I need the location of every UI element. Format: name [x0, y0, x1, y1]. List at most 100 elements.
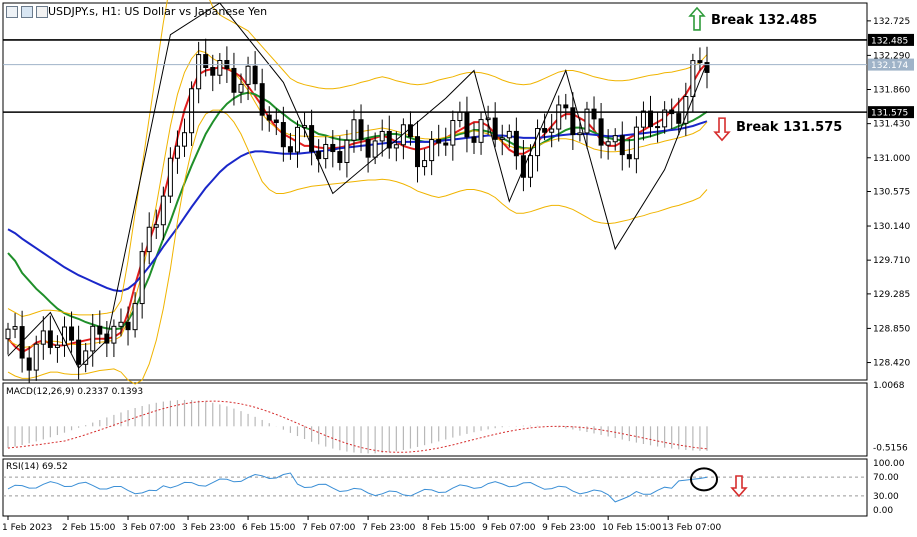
candle-body [450, 120, 456, 146]
candle-body [273, 119, 279, 124]
candle-body [648, 110, 654, 128]
candle-body [513, 130, 519, 157]
time-tick-label: 8 Feb 15:00 [422, 523, 476, 533]
candle-body [556, 104, 562, 130]
candle-body [697, 60, 703, 64]
rsi-tick-label: 30.00 [873, 492, 899, 502]
price-tick-label: 130.140 [873, 222, 910, 232]
toolbar-icons[interactable] [6, 6, 48, 18]
candle-body [422, 160, 428, 168]
candle-body [12, 326, 18, 330]
price-tick-label: 132.725 [873, 17, 910, 27]
candle-body [527, 155, 533, 178]
time-tick-label: 2 Feb 15:00 [62, 523, 116, 533]
time-tick-label: 7 Feb 07:00 [302, 523, 356, 533]
current-price-price-label: 132.174 [871, 61, 908, 71]
candle-body [337, 151, 343, 163]
candle-body [358, 119, 364, 140]
candle-body [365, 138, 371, 158]
rsi-tick-label: 70.00 [873, 473, 899, 483]
candle-body [203, 54, 209, 69]
candle-body [160, 195, 166, 226]
time-tick-label: 10 Feb 15:00 [602, 523, 661, 533]
candle-body [189, 88, 195, 134]
price-tick-label: 128.420 [873, 359, 910, 369]
time-axis: 1 Feb 2023 2 Feb 15:00 3 Feb 07:00 3 Feb 23… [2, 516, 721, 533]
candle-body [97, 325, 103, 335]
candle-body [464, 111, 470, 138]
candle-body [231, 67, 237, 93]
chart-type-icon[interactable] [21, 6, 33, 18]
candle-body [676, 113, 682, 124]
chart-properties-icon[interactable] [36, 6, 48, 18]
candle-body [132, 303, 138, 331]
chart-grid-icon[interactable] [6, 6, 18, 18]
trading-chart-window: 132.725 132.290 131.860 131.430 131.000 130.5… [0, 0, 917, 537]
rsi-tick-label: 0.00 [873, 506, 893, 516]
candle-body [499, 137, 505, 140]
candle-body [690, 60, 696, 98]
candle-body [174, 145, 180, 159]
candle-body [90, 325, 96, 352]
time-tick-label: 3 Feb 07:00 [122, 523, 176, 533]
candle-body [76, 339, 82, 365]
symbol-description: USDJPY.s, H1: US Dollar vs Japanese Yen [48, 5, 268, 18]
candle-body [633, 126, 639, 160]
candle-body [443, 142, 449, 146]
candle-body [704, 62, 710, 73]
candle-body [167, 157, 173, 197]
candle-body [351, 119, 357, 141]
candle-body [415, 136, 421, 168]
price-tick-label: 131.860 [873, 86, 910, 96]
candle-body [153, 224, 159, 228]
candle-body [506, 130, 512, 139]
candle-body [238, 83, 244, 93]
chart-canvas[interactable]: 132.725132.290131.860131.430131.000130.5… [0, 0, 917, 537]
candle-body [598, 118, 604, 146]
candle-body [118, 321, 124, 327]
candle-body [492, 117, 498, 140]
candle-body [655, 126, 661, 129]
time-tick-label: 6 Feb 15:00 [242, 523, 296, 533]
macd-label: MACD(12,26,9) 0.2337 0.1393 [6, 387, 143, 397]
candle-body [640, 110, 646, 128]
candle-body [619, 135, 625, 156]
candle-body [125, 321, 131, 331]
candle-body [33, 343, 39, 371]
candle-body [69, 326, 75, 341]
candle-body [294, 126, 300, 153]
candle-body [429, 139, 435, 162]
candle-body [471, 136, 477, 143]
price-tick-label: 131.000 [873, 154, 910, 164]
candle-body [196, 54, 202, 90]
candle-body [182, 132, 188, 147]
candle-body [245, 65, 251, 85]
macd-tick-label: -0.5156 [873, 444, 908, 454]
support-price-label: 131.575 [871, 109, 908, 119]
candle-body [26, 357, 32, 371]
resistance-price-label: 132.485 [871, 36, 908, 46]
candle-body [344, 139, 350, 163]
price-tick-label: 131.430 [873, 120, 910, 130]
macd-tick-label: 1.0068 [873, 381, 905, 391]
candle-body [478, 119, 484, 143]
candle-body [139, 251, 145, 305]
rsi-label: RSI(14) 69.52 [6, 462, 68, 472]
candle-body [323, 143, 329, 160]
candle-body [379, 130, 385, 142]
break-down-annotation: Break 131.575 [736, 120, 842, 135]
candle-body [280, 122, 286, 148]
candle-body [605, 141, 611, 146]
candle-body [612, 135, 618, 143]
time-tick-label: 7 Feb 23:00 [362, 523, 416, 533]
price-tick-label: 128.850 [873, 324, 910, 334]
candle-body [54, 344, 60, 348]
time-tick-label: 9 Feb 07:00 [482, 523, 536, 533]
time-tick-label: 9 Feb 23:00 [542, 523, 596, 533]
candle-body [40, 330, 46, 345]
rsi-tick-label: 100.00 [873, 459, 905, 469]
candle-body [259, 83, 265, 116]
candle-body [626, 154, 632, 160]
candle-body [330, 143, 336, 153]
price-tick-label: 129.285 [873, 290, 910, 300]
